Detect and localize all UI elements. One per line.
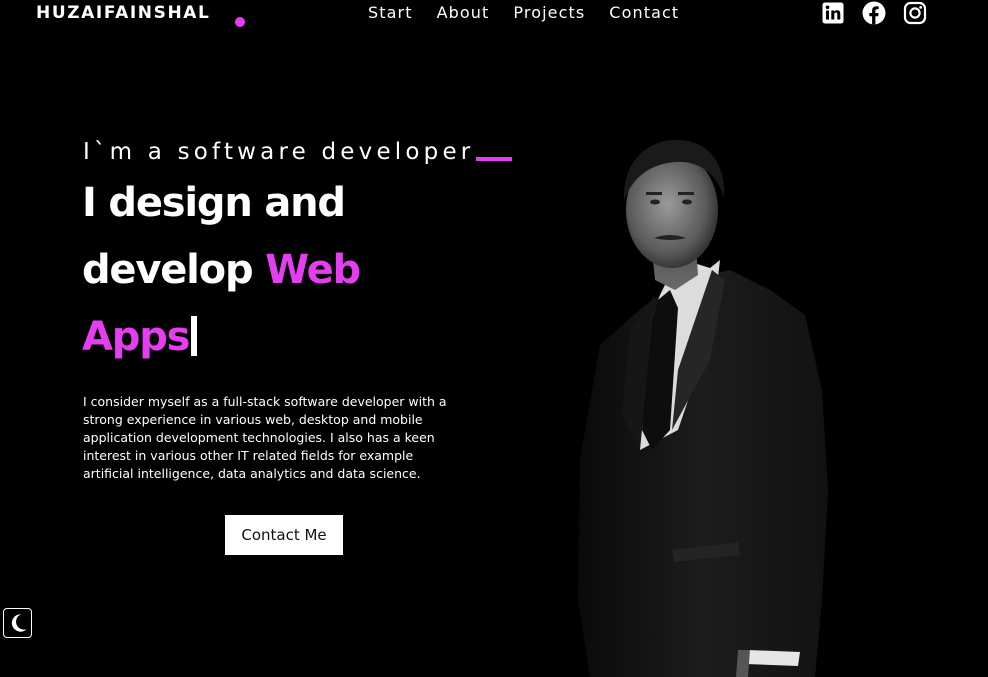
site-logo[interactable]: HUZAIFAINSHAL [36,2,210,24]
intro-underline [476,157,512,161]
contact-me-button[interactable]: Contact Me [225,515,343,555]
typing-cursor [191,316,198,356]
theme-toggle-button[interactable] [3,608,32,638]
headline-accent-apps: Apps [82,314,190,360]
logo-dot [235,17,245,27]
nav-start-link[interactable]: Start [368,3,413,23]
facebook-icon[interactable] [862,1,886,25]
page: HUZAIFAINSHAL Start About Projects Conta… [0,0,988,677]
main-nav: Start About Projects Contact [368,3,703,23]
headline-line-2: develop Web [82,237,522,304]
profile-photo [578,139,828,677]
social-links [821,1,944,25]
nav-projects-link[interactable]: Projects [513,3,585,23]
headline-line-3: Apps [82,304,522,371]
headline-line-1: I design and [82,180,346,226]
headline-plain-word: develop [82,247,266,293]
moon-icon [11,614,27,632]
linkedin-icon[interactable] [821,1,845,25]
intro-text: I`m a software developer [83,139,475,165]
instagram-icon[interactable] [903,1,927,25]
hero-headline: I design and develop Web Apps [82,170,522,371]
headline-accent-web: Web [265,247,361,293]
nav-about-link[interactable]: About [437,3,490,23]
hero-description: I consider myself as a full-stack softwa… [83,394,447,481]
nav-contact-link[interactable]: Contact [609,3,679,23]
